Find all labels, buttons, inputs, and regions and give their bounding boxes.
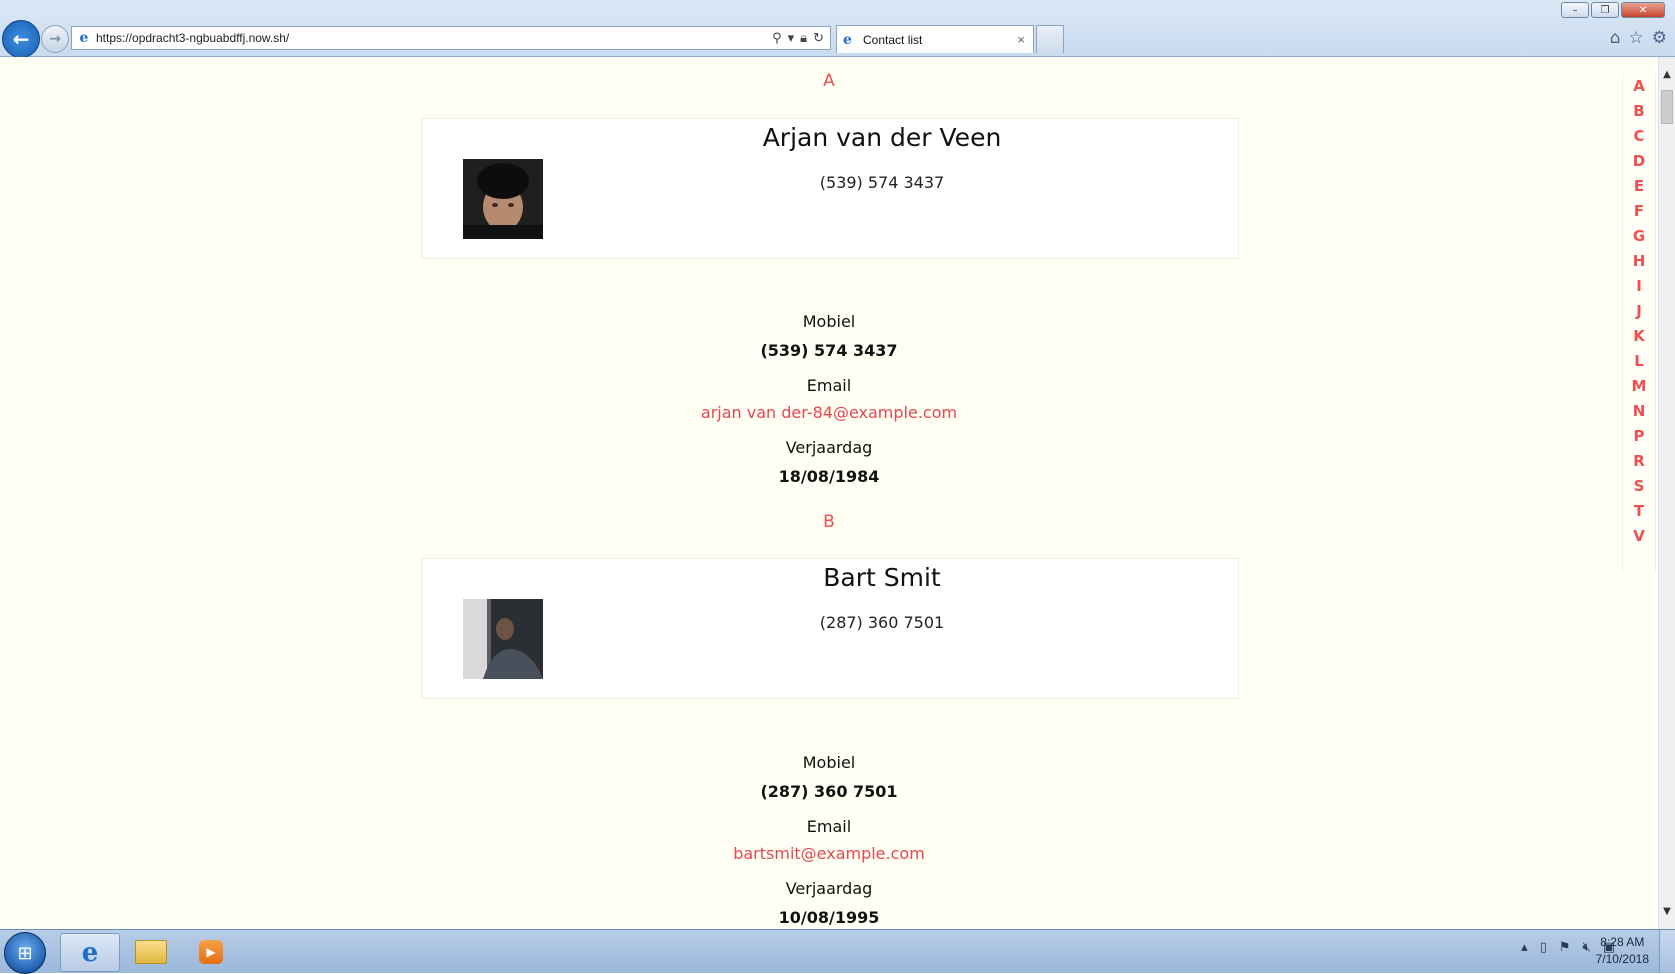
lock-icon[interactable]: 🔒︎	[800, 31, 807, 46]
browser-toolbar-right: ⌂ ☆ ⚙	[1610, 28, 1667, 48]
mobile-label: Mobiel	[802, 753, 856, 772]
avatar-photo-bart	[463, 599, 543, 679]
section-letter-a: A	[823, 71, 835, 91]
alpha-link-i[interactable]: I	[1623, 274, 1655, 299]
minimize-button[interactable]: –	[1561, 2, 1589, 18]
taskbar-internet-explorer[interactable]: e	[60, 933, 120, 972]
mobile-value: (539) 574 3437	[760, 341, 898, 360]
browser-chrome: – ❐ ✕ ← → e https://opdracht3-ngbuabdffj…	[0, 0, 1675, 58]
email-label: Email	[806, 817, 852, 836]
contact-phone: (287) 360 7501	[819, 613, 945, 632]
alpha-link-n[interactable]: N	[1623, 399, 1655, 424]
tab-contact-list[interactable]: e Contact list ×	[836, 25, 1034, 53]
arrow-left-icon: ←	[12, 27, 30, 51]
tab-title: Contact list	[863, 32, 923, 47]
start-button[interactable]: ⊞	[4, 932, 46, 974]
ie-icon: e	[81, 937, 99, 968]
taskbar-media-player[interactable]: ▶	[182, 933, 240, 970]
birthday-label: Verjaardag	[785, 438, 873, 457]
url-host: opdracht3-ngbuabdffj.now.sh/	[132, 31, 290, 45]
alpha-link-f[interactable]: F	[1623, 199, 1655, 224]
restore-button[interactable]: ❐	[1591, 2, 1619, 18]
alpha-link-r[interactable]: R	[1623, 449, 1655, 474]
alpha-link-m[interactable]: M	[1623, 374, 1655, 399]
show-desktop-button[interactable]	[1659, 930, 1675, 973]
battery-icon[interactable]: ▯	[1540, 940, 1547, 955]
email-label: Email	[806, 376, 852, 395]
contact-phone: (539) 574 3437	[819, 173, 945, 192]
show-hidden-icons-icon[interactable]: ▴	[1521, 940, 1528, 955]
mobile-label: Mobiel	[802, 312, 856, 331]
taskbar-file-explorer[interactable]	[122, 933, 180, 970]
refresh-icon[interactable]: ↻	[813, 31, 824, 46]
favorites-star-icon[interactable]: ☆	[1629, 28, 1644, 48]
ie-page-icon: e	[79, 30, 89, 46]
clock-date: 7/10/2018	[1595, 952, 1649, 966]
search-icon[interactable]: ⚲	[772, 31, 782, 46]
alpha-link-h[interactable]: H	[1623, 249, 1655, 274]
system-clock[interactable]: 8:28 AM 7/10/2018	[1596, 934, 1649, 968]
alpha-link-l[interactable]: L	[1623, 349, 1655, 374]
alphabet-index: A B C D E F G H I J K L M N P R S T V	[1622, 74, 1656, 572]
home-icon[interactable]: ⌂	[1610, 28, 1621, 48]
forward-button[interactable]: →	[41, 25, 69, 53]
alpha-link-b[interactable]: B	[1623, 99, 1655, 124]
address-tools: ⚲ ▾ 🔒︎ ↻	[772, 31, 824, 46]
contact-card[interactable]: Bart Smit (287) 360 7501	[421, 558, 1239, 699]
address-bar[interactable]: e https://opdracht3-ngbuabdffj.now.sh/ ⚲…	[71, 26, 831, 50]
alpha-link-s[interactable]: S	[1623, 474, 1655, 499]
alpha-link-g[interactable]: G	[1623, 224, 1655, 249]
page-content: A Arjan van der Veen (539) 574 3437 Mobi…	[0, 57, 1658, 929]
ie-tab-icon: e	[843, 31, 852, 48]
gear-icon[interactable]: ⚙	[1652, 28, 1667, 48]
window-controls: – ❐ ✕	[1561, 2, 1665, 18]
url-scheme: https://	[96, 31, 133, 45]
alpha-link-d[interactable]: D	[1623, 149, 1655, 174]
alpha-link-t[interactable]: T	[1623, 499, 1655, 524]
scroll-down-icon[interactable]: ▼	[1659, 906, 1675, 917]
avatar-photo-arjan	[463, 159, 543, 239]
birthday-value: 18/08/1984	[778, 467, 880, 486]
vertical-scrollbar[interactable]: ▲ ▼	[1658, 57, 1675, 929]
email-link[interactable]: arjan van der-84@example.com	[0, 403, 1658, 422]
alpha-link-j[interactable]: J	[1623, 299, 1655, 324]
alpha-link-p[interactable]: P	[1623, 424, 1655, 449]
taskbar: ⊞ e ▶ ▴ ▯ ⚑ 🔇︎ ▣ 8:28 AM 7/10/2018	[0, 929, 1675, 974]
action-center-icon[interactable]: ⚑	[1559, 940, 1571, 955]
volume-muted-icon[interactable]: 🔇︎	[1583, 940, 1591, 955]
birthday-label: Verjaardag	[785, 879, 873, 898]
section-letter-b: B	[823, 512, 835, 532]
close-window-button[interactable]: ✕	[1621, 2, 1665, 18]
email-link[interactable]: bartsmit@example.com	[0, 844, 1658, 863]
contact-card[interactable]: Arjan van der Veen (539) 574 3437	[421, 118, 1239, 259]
scrollbar-thumb[interactable]	[1661, 90, 1673, 124]
alpha-link-e[interactable]: E	[1623, 174, 1655, 199]
media-player-icon: ▶	[199, 939, 223, 964]
avatar	[463, 599, 543, 679]
alpha-link-k[interactable]: K	[1623, 324, 1655, 349]
contact-name: Bart Smit	[823, 563, 941, 592]
avatar	[463, 159, 543, 239]
tab-close-icon[interactable]: ×	[1017, 32, 1025, 47]
birthday-value: 10/08/1995	[778, 908, 880, 927]
folder-icon	[135, 939, 167, 964]
alpha-link-c[interactable]: C	[1623, 124, 1655, 149]
back-button[interactable]: ←	[2, 20, 40, 58]
clock-time: 8:28 AM	[1600, 935, 1645, 949]
contact-name: Arjan van der Veen	[762, 123, 1002, 152]
mobile-value: (287) 360 7501	[760, 782, 898, 801]
alpha-link-v[interactable]: V	[1623, 524, 1655, 549]
chevron-down-icon[interactable]: ▾	[788, 31, 795, 46]
arrow-right-icon: →	[49, 31, 61, 47]
scroll-up-icon[interactable]: ▲	[1659, 69, 1675, 80]
new-tab-button[interactable]	[1036, 25, 1064, 53]
alpha-link-a[interactable]: A	[1623, 74, 1655, 99]
windows-logo-icon: ⊞	[17, 942, 33, 964]
address-url[interactable]: https://opdracht3-ngbuabdffj.now.sh/	[96, 31, 772, 45]
